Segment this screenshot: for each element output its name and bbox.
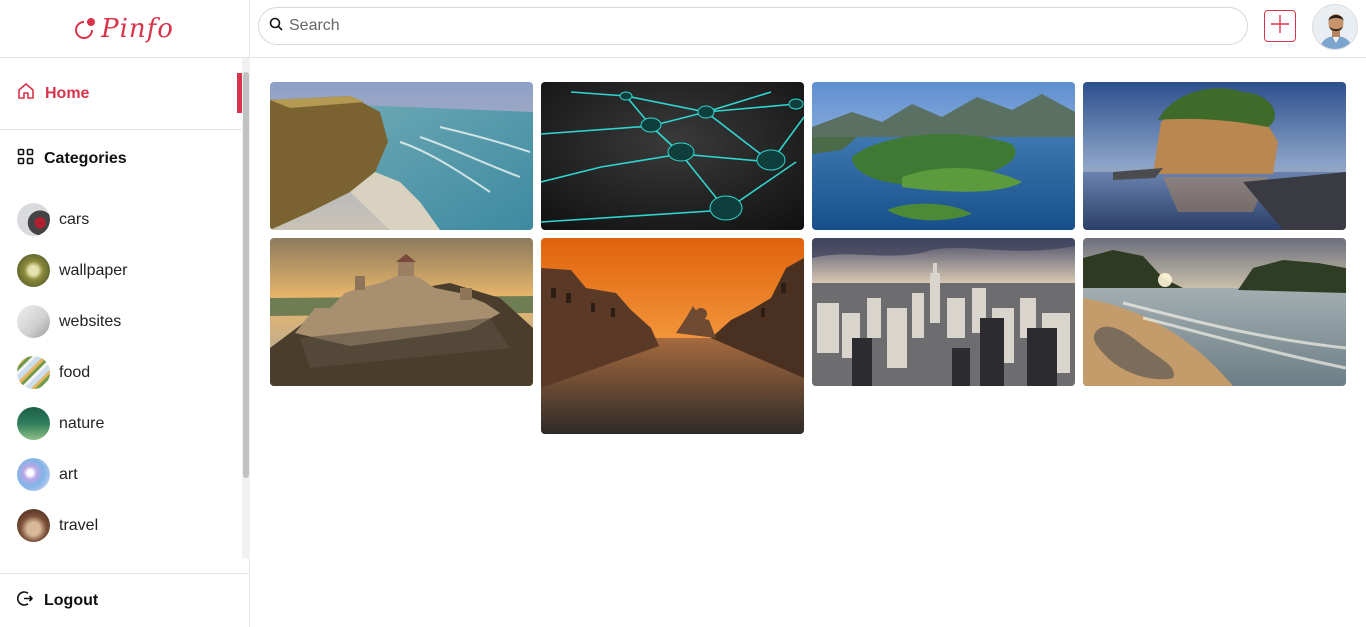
category-partial[interactable] [17, 551, 237, 555]
category-label: art [59, 465, 78, 483]
category-label: wallpaper [59, 261, 128, 279]
pin-card[interactable] [812, 82, 1075, 230]
pin-image [541, 82, 804, 230]
scrollbar-thumb[interactable] [243, 72, 249, 478]
user-avatar[interactable] [1312, 4, 1358, 50]
category-label: nature [59, 414, 105, 432]
category-thumb [17, 407, 50, 440]
category-websites[interactable]: websites [17, 296, 237, 347]
categories-label: Categories [44, 150, 127, 167]
category-label: travel [59, 516, 99, 534]
logo-text: Pinfo [101, 13, 174, 44]
pin-card[interactable] [1083, 238, 1346, 386]
category-thumb [17, 356, 50, 389]
pin-card[interactable] [541, 82, 804, 230]
category-nature[interactable]: nature [17, 398, 237, 449]
pin-card[interactable] [812, 238, 1075, 386]
pin-gallery [270, 82, 1350, 622]
category-thumb [17, 305, 50, 338]
logo[interactable]: Pinfo [0, 0, 249, 58]
search-bar[interactable] [258, 7, 1248, 45]
category-label: cars [59, 210, 90, 228]
category-thumb [17, 254, 50, 287]
sidebar-scrollbar[interactable] [242, 58, 250, 558]
category-thumb [17, 458, 50, 491]
category-label: websites [59, 312, 122, 330]
category-label: food [59, 363, 91, 381]
logout-icon [16, 590, 34, 612]
pin-image [1083, 238, 1346, 386]
category-wallpaper[interactable]: wallpaper [17, 245, 237, 296]
logout-button[interactable]: Logout [0, 573, 249, 627]
pin-card[interactable] [270, 82, 533, 230]
nav-home[interactable]: Home [0, 58, 242, 130]
category-travel[interactable]: travel [17, 500, 237, 551]
home-icon [17, 82, 35, 105]
category-art[interactable]: art [17, 449, 237, 500]
pin-card[interactable] [541, 238, 804, 434]
pin-image [812, 82, 1075, 230]
search-icon [269, 17, 283, 36]
logo-icon [75, 17, 97, 41]
category-food[interactable]: food [17, 347, 237, 398]
categories-heading: Categories [17, 148, 127, 170]
pin-card[interactable] [270, 238, 533, 386]
top-bar [250, 0, 1366, 58]
category-thumb [17, 203, 50, 236]
pin-image [541, 238, 804, 434]
pin-image [1083, 82, 1346, 230]
plus-icon [1269, 13, 1291, 40]
category-list: cars wallpaper websites food nature art … [17, 194, 237, 555]
add-pin-button[interactable] [1264, 10, 1296, 42]
pin-image [270, 238, 533, 386]
nav-home-label: Home [45, 84, 90, 102]
category-thumb [17, 509, 50, 542]
pin-image [270, 82, 533, 230]
category-cars[interactable]: cars [17, 194, 237, 245]
pin-image [812, 238, 1075, 386]
logout-label: Logout [44, 591, 99, 609]
search-input[interactable] [289, 17, 1229, 35]
sidebar: Pinfo Home Categories cars wallpaper web… [0, 0, 250, 627]
grid-icon [17, 148, 34, 170]
pin-card[interactable] [1083, 82, 1346, 230]
